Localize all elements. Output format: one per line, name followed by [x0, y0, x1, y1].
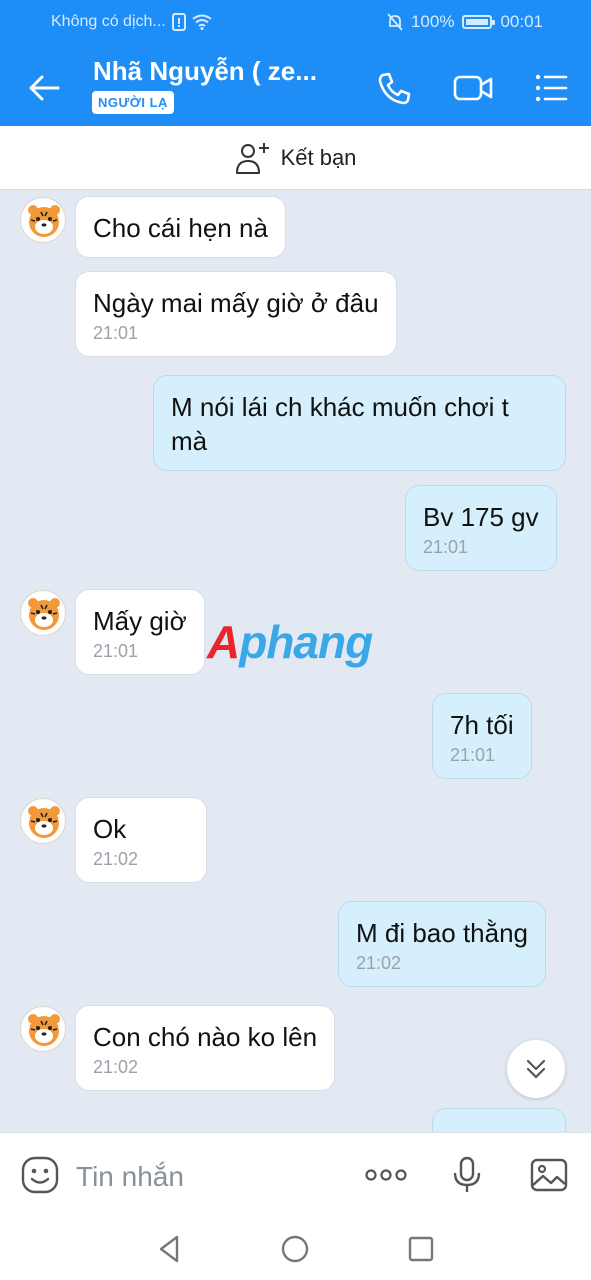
chat-menu-button[interactable] [530, 66, 574, 110]
message-composer [0, 1132, 591, 1220]
wifi-icon [192, 14, 212, 30]
arrow-left-icon [29, 75, 60, 101]
chat-header: Nhã Nguyễn ( ze... NGƯỜI LẠ [0, 46, 591, 126]
tiger-avatar-icon [28, 806, 60, 838]
contact-avatar[interactable] [20, 590, 66, 636]
more-dots-icon [365, 1169, 407, 1181]
sim-icon [171, 13, 186, 31]
contact-avatar[interactable] [20, 197, 66, 243]
tiger-avatar-icon [28, 598, 60, 630]
microphone-icon [453, 1156, 481, 1192]
voice-message-button[interactable] [447, 1155, 487, 1195]
message-time: 21:02 [93, 1057, 139, 1077]
smiley-icon [21, 1156, 59, 1194]
circle-home-icon [281, 1235, 309, 1263]
carrier-text: Không có dịch... [51, 13, 166, 30]
nav-home-button[interactable] [278, 1232, 312, 1266]
status-bar: Không có dịch... 100% 00:01 [0, 0, 591, 46]
tiger-avatar-icon [28, 205, 60, 237]
call-button[interactable] [373, 66, 417, 110]
watermark-logo: Aphang [207, 616, 373, 668]
message-time: 21:02 [93, 849, 139, 869]
scroll-to-bottom-button[interactable] [507, 1040, 565, 1098]
image-icon [530, 1158, 568, 1192]
triangle-back-icon [159, 1235, 179, 1263]
tiger-avatar-icon [28, 1014, 60, 1046]
emoji-button[interactable] [20, 1155, 60, 1195]
clock: 00:01 [500, 12, 543, 31]
double-chevron-down-icon [526, 1059, 546, 1079]
stranger-badge: NGƯỜI LẠ [92, 91, 174, 114]
nav-recents-button[interactable] [404, 1232, 438, 1266]
contact-name[interactable]: Nhã Nguyễn ( ze... [93, 56, 317, 87]
square-recents-icon [408, 1236, 434, 1262]
message-bubble-incoming[interactable]: Cho cái hẹn nà [75, 196, 286, 258]
phone-icon [378, 72, 411, 105]
message-bubble-outgoing[interactable]: Bv 175 gv 21:01 [405, 485, 557, 571]
contact-avatar[interactable] [20, 798, 66, 844]
video-call-button[interactable] [451, 66, 495, 110]
video-camera-icon [453, 75, 493, 101]
message-time: 21:01 [450, 745, 496, 765]
message-bubble-incoming[interactable]: Ngày mai mấy giờ ở đâu 21:01 [75, 271, 397, 357]
message-list[interactable]: Cho cái hẹn nà Ngày mai mấy giờ ở đâu 21… [0, 190, 591, 1132]
contact-avatar[interactable] [20, 1006, 66, 1052]
battery-percent: 100% [410, 12, 455, 31]
back-button[interactable] [22, 66, 66, 110]
send-image-button[interactable] [529, 1155, 569, 1195]
message-bubble-outgoing[interactable]: 7h tối 21:01 [432, 693, 532, 779]
message-input[interactable] [76, 1157, 346, 1197]
message-bubble-incoming[interactable]: Ok 21:02 [75, 797, 207, 883]
message-bubble-incoming[interactable]: Mấy giờ 21:01 [75, 589, 205, 675]
add-friend-button[interactable]: Kết bạn [0, 126, 591, 190]
message-time: 21:01 [93, 641, 139, 661]
message-bubble-outgoing[interactable]: M đi bao thằng 21:02 [338, 901, 547, 987]
nav-back-button[interactable] [153, 1232, 187, 1266]
message-bubble-incoming[interactable]: Con chó nào ko lên 21:02 [75, 1005, 336, 1091]
battery-icon [462, 15, 496, 29]
mute-bell-icon [387, 13, 403, 31]
message-time: 21:02 [356, 953, 402, 973]
message-bubble-outgoing[interactable]: M nói lái ch khác muốn chơi t mà [153, 375, 566, 471]
person-plus-icon [235, 142, 269, 174]
message-time: 21:01 [423, 537, 469, 557]
message-bubble-outgoing-partial[interactable] [432, 1108, 566, 1132]
list-menu-icon [535, 74, 568, 102]
more-options-button[interactable] [364, 1155, 408, 1195]
system-nav-bar [0, 1220, 591, 1280]
add-friend-label: Kết bạn [280, 144, 357, 170]
message-time: 21:01 [93, 323, 139, 343]
